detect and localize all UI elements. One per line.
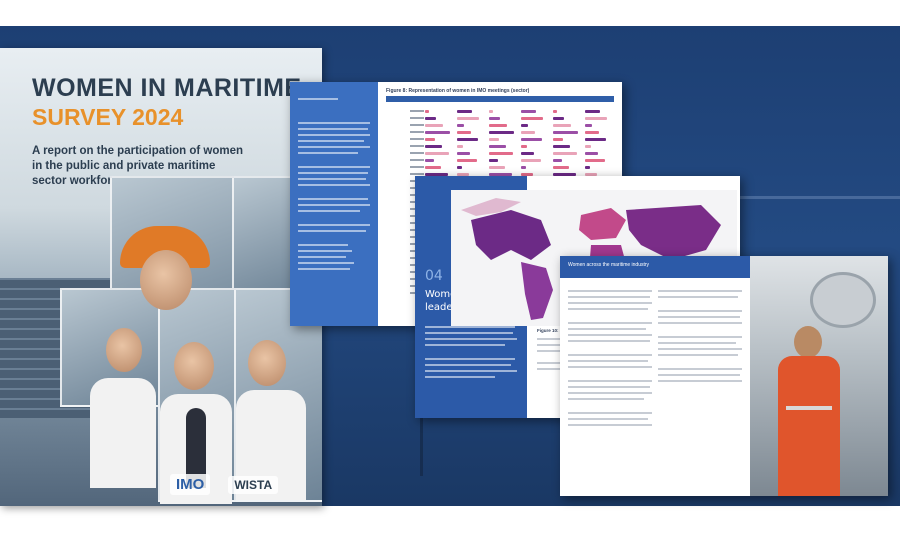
- chart-bar: [585, 138, 606, 141]
- chart-bar: [457, 138, 478, 141]
- uniform-image: [90, 378, 156, 488]
- officer-portrait: [106, 328, 142, 372]
- chart-bar: [489, 117, 500, 120]
- chart-bar: [425, 159, 434, 162]
- engineer-portrait: [140, 250, 192, 310]
- chart-row: [425, 122, 615, 129]
- chart-row: [425, 164, 615, 171]
- chart-bar: [425, 145, 442, 148]
- photo-spread-page: Women across the maritime industry: [560, 256, 888, 496]
- chart-bar: [585, 117, 607, 120]
- chart-bar: [457, 131, 471, 134]
- chart-bar: [489, 159, 498, 162]
- chart-bar: [489, 138, 499, 141]
- chart-bar: [489, 124, 507, 127]
- chart-bar: [457, 159, 477, 162]
- chart-bar: [521, 145, 527, 148]
- chart-bar: [585, 131, 599, 134]
- chart-bar: [521, 138, 542, 141]
- chart-bar: [521, 110, 536, 113]
- chart-bar: [489, 166, 505, 169]
- chart-bar: [521, 152, 534, 155]
- chart-bar: [553, 152, 577, 155]
- figure-title: Figure 8: Representation of women in IMO…: [386, 88, 530, 94]
- section-number: 04: [425, 268, 443, 284]
- chart-row: [425, 143, 615, 150]
- officer-portrait: [174, 342, 214, 390]
- chart-bar: [489, 131, 514, 134]
- chart-bar: [521, 117, 543, 120]
- chart-bar: [553, 159, 562, 162]
- chart-row: [425, 129, 615, 136]
- text-column: [290, 82, 378, 326]
- chart-row: [425, 108, 615, 115]
- table-header: [386, 96, 614, 102]
- chart-row: [425, 157, 615, 164]
- chart-bar: [553, 117, 564, 120]
- imo-logo: IMO: [170, 474, 211, 495]
- chart-bar: [585, 110, 600, 113]
- chart-bar: [489, 110, 493, 113]
- chart-bar: [521, 124, 528, 127]
- chart-row: [425, 150, 615, 157]
- chart-bar: [457, 117, 479, 120]
- section-header: Women across the maritime industry: [560, 256, 750, 278]
- chart-bar: [585, 152, 598, 155]
- chart-bar: [457, 145, 463, 148]
- chart-row: [425, 136, 615, 143]
- chart-bar: [521, 131, 535, 134]
- chart-bar: [553, 138, 563, 141]
- chart-bar: [457, 166, 462, 169]
- chart-bar: [425, 131, 450, 134]
- section-title: Women across the maritime industry: [568, 262, 650, 268]
- officer-portrait: [248, 340, 286, 386]
- chart-bar: [521, 159, 541, 162]
- chart-bar: [425, 166, 441, 169]
- cover-logos: IMO WISTA: [170, 474, 279, 495]
- chart-row: [425, 115, 615, 122]
- chart-bar: [553, 166, 569, 169]
- chart-bar: [489, 152, 513, 155]
- cover-year: SURVEY 2024: [32, 104, 184, 130]
- chart-bar: [585, 159, 605, 162]
- chart-bar: [425, 110, 429, 113]
- report-cover: WOMEN IN MARITIME SURVEY 2024 A report o…: [0, 48, 322, 506]
- chart-bar: [457, 124, 464, 127]
- chart-bar: [553, 131, 578, 134]
- chart-bar: [585, 145, 591, 148]
- chart-bar: [553, 124, 571, 127]
- chart-bar: [425, 138, 435, 141]
- seafarer-photo: [750, 256, 888, 496]
- chart-bar: [553, 110, 557, 113]
- chart-bar: [425, 117, 436, 120]
- chart-bar: [553, 145, 570, 148]
- chart-bar: [489, 145, 506, 148]
- chart-bar: [457, 110, 472, 113]
- chart-bar: [425, 152, 449, 155]
- wista-logo: WISTA: [228, 475, 279, 494]
- chart-bar: [521, 166, 526, 169]
- chart-bar: [457, 152, 470, 155]
- chart-bar: [585, 124, 592, 127]
- cover-title: WOMEN IN MARITIME: [32, 74, 302, 102]
- chart-bar: [425, 124, 443, 127]
- chart-bar: [585, 166, 590, 169]
